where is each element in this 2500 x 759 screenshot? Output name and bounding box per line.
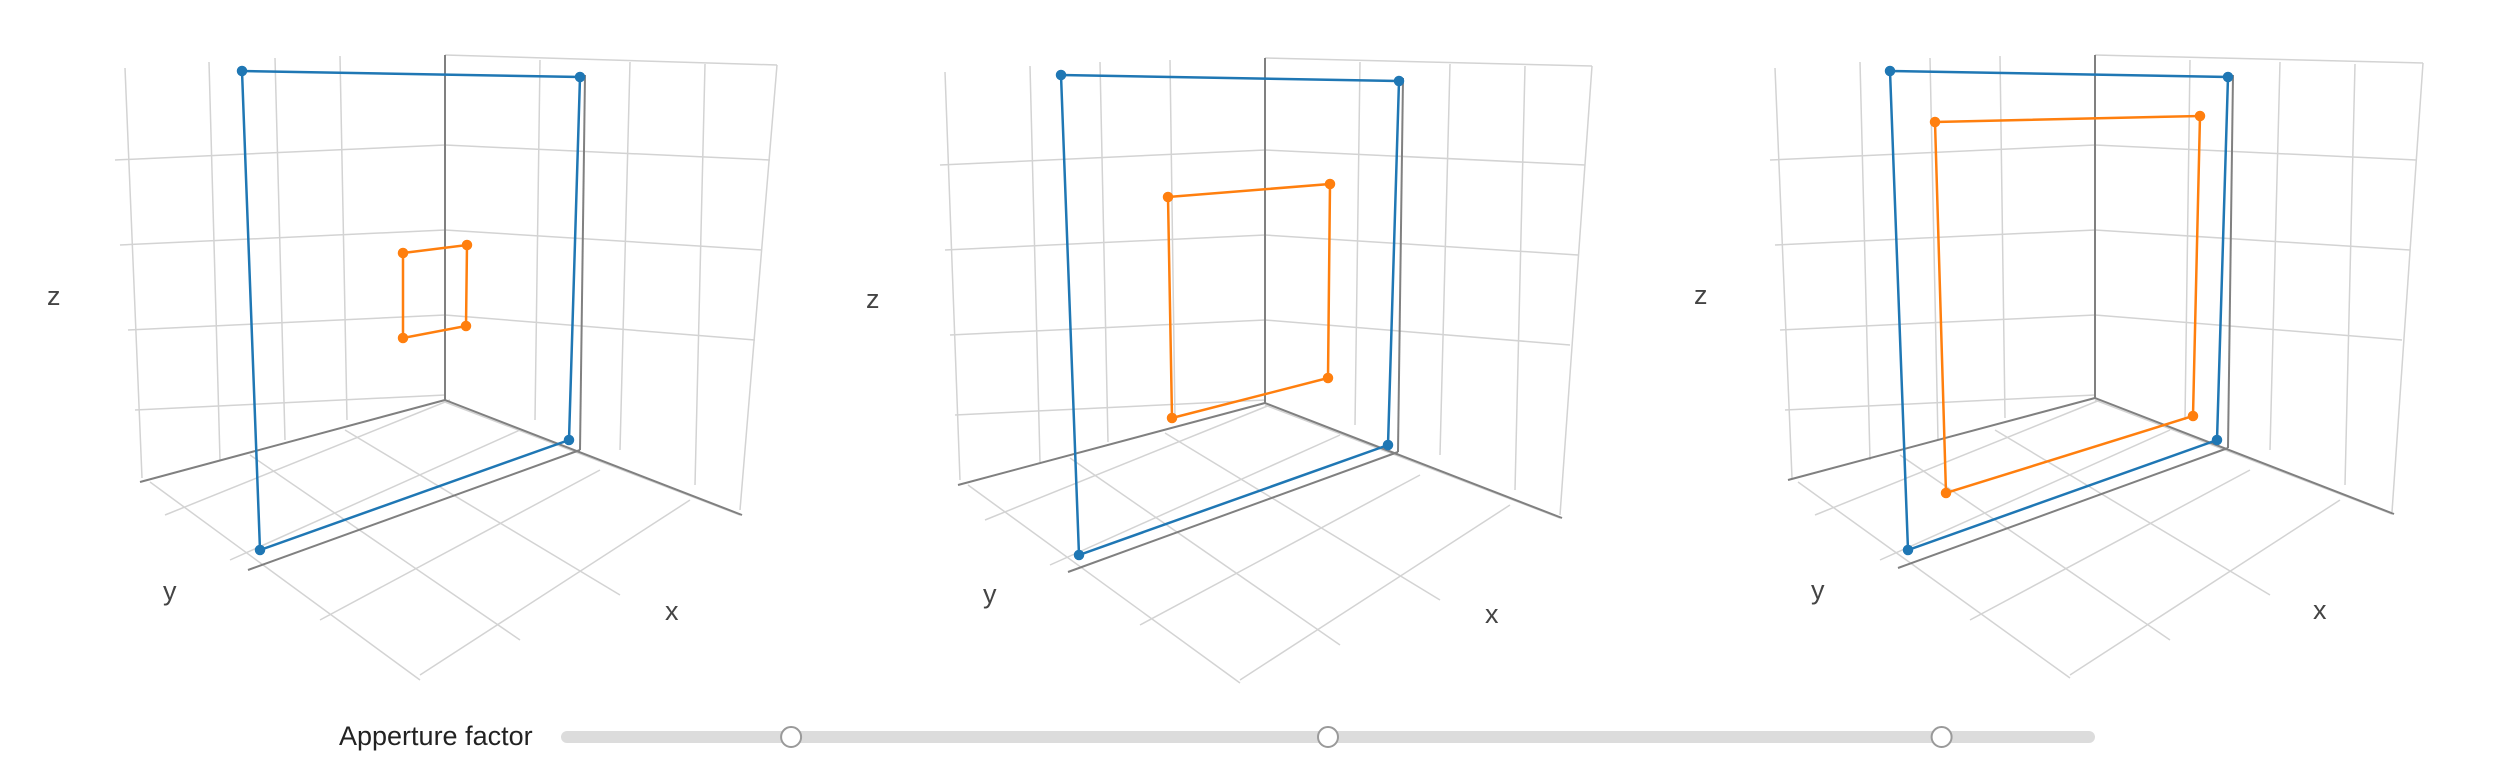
slider-label: Apperture factor [339, 721, 533, 751]
panel-3-y-axis-label: y [1811, 575, 1825, 605]
panel-1-x-axis-label: x [665, 596, 679, 626]
slider-handle-2[interactable] [1317, 726, 1339, 748]
panel-2-z-axis-label: z [866, 284, 880, 314]
figure-canvas: z y x z y x z y x Apperture factor [47, 54, 2424, 751]
panel-2-y-axis-label: y [983, 579, 997, 609]
panel-3-x-axis-label: x [2313, 595, 2327, 625]
panel-2-x-axis-label: x [1485, 599, 1499, 629]
panel-3-z-axis-label: z [1694, 280, 1708, 310]
panel-3-inner-frame [1929, 110, 2206, 499]
panel-1-axes [139, 55, 743, 571]
panel-3-axes [1787, 55, 2395, 569]
panel-3-gridlines [1769, 54, 2424, 679]
aperture-slider[interactable]: Apperture factor [339, 721, 2095, 751]
panel-1-inner-frame [397, 239, 473, 344]
panel-2[interactable]: z y x [866, 57, 1593, 684]
panel-2-inner-frame [1162, 178, 1336, 424]
slider-handle-1[interactable] [780, 726, 803, 748]
slider-handle-3[interactable] [1930, 726, 1953, 748]
panel-1-z-axis-label: z [47, 281, 61, 311]
panel-1[interactable]: z y x [47, 54, 778, 681]
panel-3[interactable]: z y x [1694, 54, 2424, 679]
panel-1-y-axis-label: y [163, 576, 177, 606]
panel-1-outer-frame [236, 65, 586, 556]
